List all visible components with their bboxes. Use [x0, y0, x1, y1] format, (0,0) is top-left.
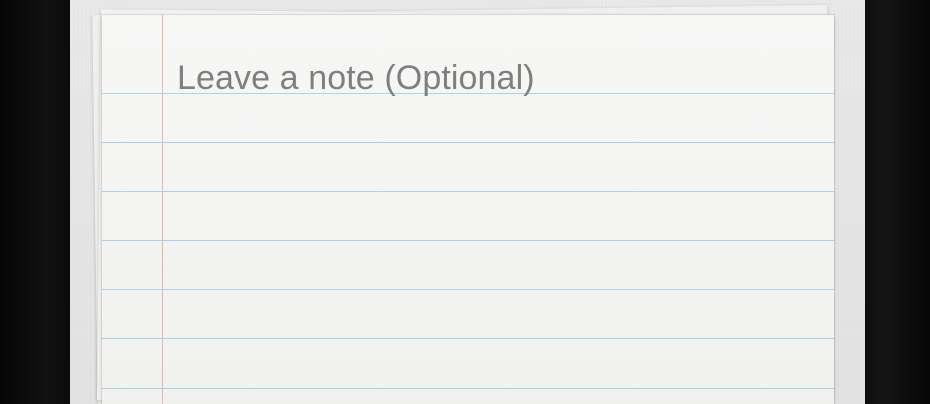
note-screen: Leave a note (Optional): [0, 0, 930, 404]
margin-line: [162, 15, 163, 404]
note-placeholder[interactable]: Leave a note (Optional): [177, 58, 535, 98]
ruled-line: [102, 289, 834, 290]
ruled-line: [102, 191, 834, 192]
ruled-line: [102, 388, 834, 389]
note-input-card[interactable]: Leave a note (Optional): [102, 15, 834, 404]
ruled-line: [102, 142, 834, 143]
ruled-line: [102, 240, 834, 241]
ruled-line: [102, 338, 834, 339]
